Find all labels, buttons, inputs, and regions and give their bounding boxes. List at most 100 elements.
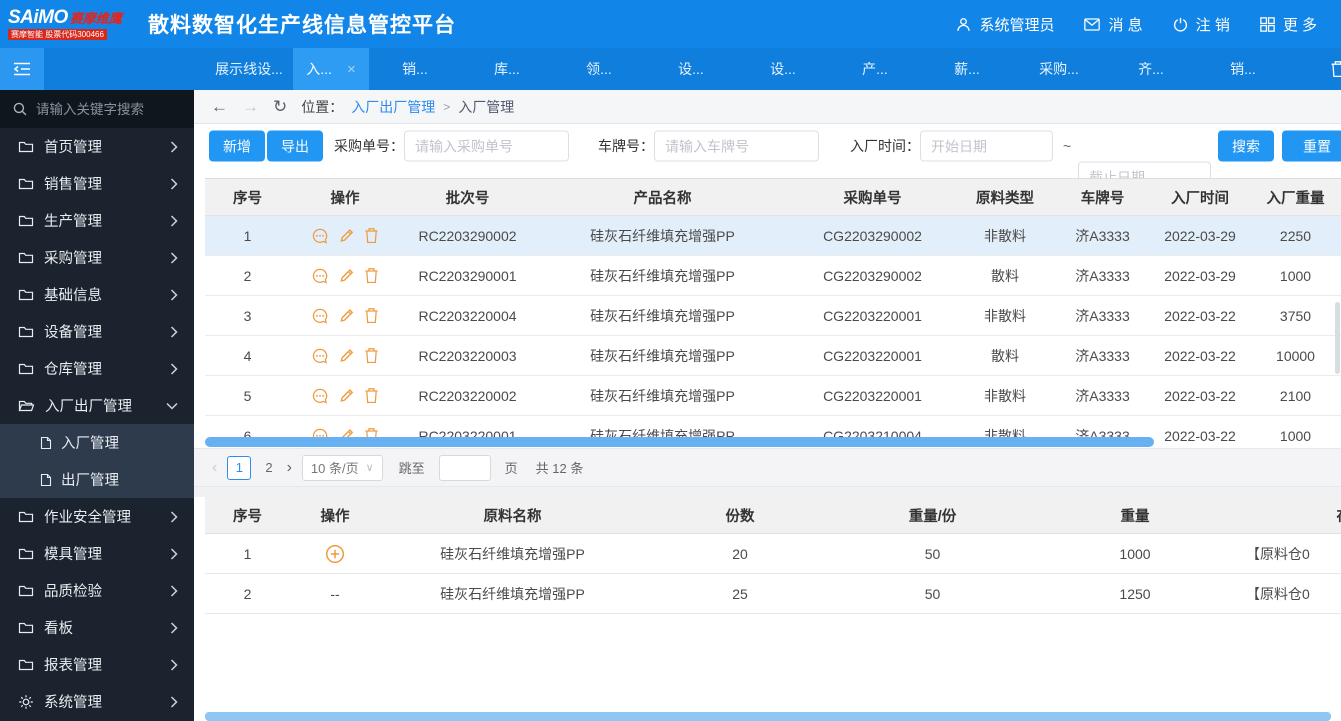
forward-icon[interactable]: →: [242, 98, 259, 115]
plate-input[interactable]: [654, 131, 819, 162]
tab-item[interactable]: 库...: [461, 48, 553, 90]
column-header: 入厂时间: [1150, 179, 1250, 215]
tab-item[interactable]: 销...: [369, 48, 461, 90]
user-icon: [956, 17, 971, 32]
search-button[interactable]: 搜索: [1218, 131, 1274, 162]
table-row[interactable]: 1 硅灰石纤维填充增强PP 20 50 1000 【原料仓0: [205, 534, 1341, 574]
sidebar-item-system[interactable]: 系统管理: [0, 683, 194, 720]
page-button[interactable]: 2: [261, 460, 276, 475]
close-all-tabs-trash-icon[interactable]: [1330, 60, 1341, 78]
edit-icon[interactable]: [338, 307, 355, 324]
sidebar-subitem-exit-management[interactable]: 出厂管理: [0, 461, 194, 498]
jump-page-input[interactable]: [439, 455, 491, 481]
row-actions: [290, 376, 400, 415]
sidebar-item-basic-info[interactable]: 基础信息: [0, 276, 194, 313]
column-header: 操作: [290, 497, 380, 533]
comment-icon[interactable]: [311, 307, 329, 325]
table-row[interactable]: 2 RC2203290001 硅灰石纤维填充增强PP CG2203290002 …: [205, 256, 1341, 296]
sidebar-item-production[interactable]: 生产管理: [0, 202, 194, 239]
add-circle-icon[interactable]: [325, 544, 345, 564]
messages-button[interactable]: 消 息: [1084, 14, 1142, 35]
horizontal-scrollbar[interactable]: [205, 437, 1154, 447]
sidebar-item-kanban[interactable]: 看板: [0, 609, 194, 646]
comment-icon[interactable]: [311, 267, 329, 285]
tab-item[interactable]: 销...: [1197, 48, 1289, 90]
next-page-icon[interactable]: ›: [287, 459, 292, 477]
delete-icon[interactable]: [364, 227, 379, 244]
table-row[interactable]: 4 RC2203220003 硅灰石纤维填充增强PP CG2203220001 …: [205, 336, 1341, 376]
prev-page-icon[interactable]: ‹: [212, 459, 217, 477]
search-input[interactable]: [36, 102, 176, 117]
sidebar-item-equipment[interactable]: 设备管理: [0, 313, 194, 350]
export-button[interactable]: 导出: [267, 131, 323, 162]
delete-icon[interactable]: [364, 387, 379, 404]
tab-item[interactable]: 薪...: [921, 48, 1013, 90]
search-icon: [13, 102, 27, 116]
start-date-input[interactable]: [920, 131, 1053, 162]
comment-icon[interactable]: [311, 227, 329, 245]
chevron-right-icon: [170, 659, 178, 671]
breadcrumb-current: 入厂管理: [458, 97, 514, 117]
tab-item[interactable]: 设...: [737, 48, 829, 90]
mail-icon: [1084, 18, 1100, 31]
folder-icon: [18, 140, 34, 154]
sidebar-item-mold[interactable]: 模具管理: [0, 535, 194, 572]
edit-icon[interactable]: [338, 387, 355, 404]
edit-icon[interactable]: [338, 267, 355, 284]
more-button[interactable]: 更 多: [1260, 14, 1317, 35]
sidebar-item-home[interactable]: 首页管理: [0, 128, 194, 165]
bottom-horizontal-scrollbar[interactable]: [205, 712, 1331, 721]
sidebar-item-reports[interactable]: 报表管理: [0, 646, 194, 683]
column-header: 原料类型: [955, 179, 1055, 215]
delete-icon[interactable]: [364, 267, 379, 284]
material-table-body: 1 硅灰石纤维填充增强PP 20 50 1000 【原料仓0 2 -- 硅灰石纤…: [205, 534, 1341, 614]
sidebar-item-purchase[interactable]: 采购管理: [0, 239, 194, 276]
tab-close-icon[interactable]: ×: [347, 62, 356, 77]
sidebar-item-sales[interactable]: 销售管理: [0, 165, 194, 202]
column-header: 重量: [1030, 497, 1240, 533]
comment-icon[interactable]: [311, 347, 329, 365]
chevron-right-icon: [170, 141, 178, 153]
entry-table-body: 1 RC2203290002 硅灰石纤维填充增强PP CG2203290002 …: [205, 216, 1341, 448]
sidebar-item-warehouse[interactable]: 仓库管理: [0, 350, 194, 387]
tab-item[interactable]: 领...: [553, 48, 645, 90]
po-input[interactable]: [404, 131, 569, 162]
edit-icon[interactable]: [338, 347, 355, 364]
sidebar-collapse-button[interactable]: [0, 48, 44, 90]
logout-button[interactable]: 注 销: [1173, 14, 1230, 35]
tab-item[interactable]: 展示线设...: [205, 48, 293, 90]
reset-button[interactable]: 重置: [1282, 131, 1341, 162]
delete-icon[interactable]: [364, 307, 379, 324]
breadcrumb: 位置： 入厂出厂管理 > 入厂管理: [301, 97, 514, 117]
table-row[interactable]: 2 -- 硅灰石纤维填充增强PP 25 50 1250 【原料仓0: [205, 574, 1341, 614]
back-icon[interactable]: ←: [211, 98, 228, 115]
chevron-right-icon: [170, 178, 178, 190]
comment-icon[interactable]: [311, 387, 329, 405]
sidebar-subitem-entry-management[interactable]: 入厂管理: [0, 424, 194, 461]
table-row[interactable]: 3 RC2203220004 硅灰石纤维填充增强PP CG2203220001 …: [205, 296, 1341, 336]
page-button-active[interactable]: 1: [227, 456, 251, 480]
tab-item-active[interactable]: 入... ×: [293, 48, 369, 90]
page-size-select[interactable]: 10 条/页 ∨: [302, 455, 383, 481]
folder-icon: [18, 325, 34, 339]
tab-item[interactable]: 设...: [645, 48, 737, 90]
add-button[interactable]: 新增: [209, 131, 265, 162]
user-menu[interactable]: 系统管理员: [956, 14, 1054, 35]
edit-icon[interactable]: [338, 227, 355, 244]
table-row[interactable]: 1 RC2203290002 硅灰石纤维填充增强PP CG2203290002 …: [205, 216, 1341, 256]
breadcrumb-parent-link[interactable]: 入厂出厂管理: [351, 97, 435, 117]
refresh-icon[interactable]: ↻: [273, 98, 287, 115]
section-divider: [194, 487, 1341, 497]
vertical-scrollbar[interactable]: [1335, 302, 1340, 374]
table-row[interactable]: 5 RC2203220002 硅灰石纤维填充增强PP CG2203220001 …: [205, 376, 1341, 416]
delete-icon[interactable]: [364, 347, 379, 364]
logout-icon: [1173, 17, 1188, 32]
sidebar-item-quality[interactable]: 品质检验: [0, 572, 194, 609]
sidebar-item-work-safety[interactable]: 作业安全管理: [0, 498, 194, 535]
tab-item[interactable]: 产...: [829, 48, 921, 90]
tab-item[interactable]: 齐...: [1105, 48, 1197, 90]
sidebar-item-inout-factory[interactable]: 入厂出厂管理: [0, 387, 194, 424]
tab-item[interactable]: 采购...: [1013, 48, 1105, 90]
po-label: 采购单号：: [334, 136, 404, 156]
chevron-right-icon: [170, 511, 178, 523]
